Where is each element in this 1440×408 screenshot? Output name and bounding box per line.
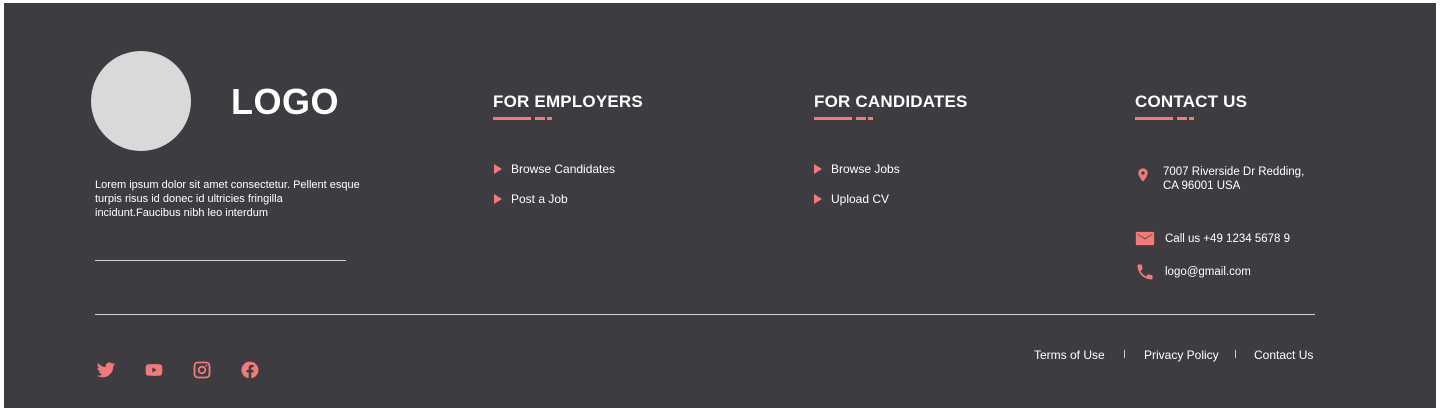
site-footer: LOGO Lorem ipsum dolor sit amet consecte… (4, 3, 1436, 408)
location-pin-icon (1138, 168, 1148, 182)
contact-email[interactable]: logo@gmail.com (1135, 262, 1251, 282)
link-upload-cv[interactable]: Upload CV (814, 192, 889, 206)
link-browse-jobs[interactable]: Browse Jobs (814, 162, 900, 176)
description-divider (95, 260, 346, 261)
logo-placeholder-circle (91, 51, 191, 151)
link-label: Browse Candidates (511, 162, 616, 176)
triangle-right-icon (494, 164, 502, 174)
twitter-icon[interactable] (95, 360, 117, 385)
address-line-1: 7007 Riverside Dr Redding, (1163, 166, 1305, 178)
link-label: Browse Jobs (831, 162, 900, 176)
social-links (95, 360, 287, 385)
contact-link[interactable]: Contact Us (1254, 348, 1313, 362)
address-line-2: CA 96001 USA (1163, 180, 1241, 192)
phone-text: Call us +49 1234 5678 9 (1165, 232, 1291, 245)
contact-address: 7007 Riverside Dr Redding, CA 96001 USA (1135, 165, 1304, 193)
candidates-heading: FOR CANDIDATES (814, 92, 968, 111)
legal-separator (1235, 350, 1236, 358)
legal-separator (1124, 350, 1125, 358)
brand-description: Lorem ipsum dolor sit amet consectetur. … (95, 179, 360, 219)
triangle-right-icon (814, 164, 822, 174)
link-label: Upload CV (831, 192, 890, 206)
employers-heading: FOR EMPLOYERS (493, 92, 643, 111)
mail-icon (1135, 231, 1155, 246)
facebook-icon[interactable] (239, 360, 261, 385)
link-label: Post a Job (511, 192, 568, 206)
logo-text: LOGO (231, 81, 339, 122)
instagram-icon[interactable] (191, 360, 213, 385)
triangle-right-icon (494, 194, 502, 204)
contact-heading: CONTACT US (1135, 92, 1248, 111)
contact-phone[interactable]: Call us +49 1234 5678 9 (1135, 230, 1290, 247)
privacy-link[interactable]: Privacy Policy (1144, 348, 1219, 362)
link-browse-candidates[interactable]: Browse Candidates (494, 162, 615, 176)
youtube-icon[interactable] (143, 360, 165, 385)
terms-link[interactable]: Terms of Use (1034, 348, 1105, 362)
email-text: logo@gmail.com (1165, 266, 1251, 278)
phone-icon (1137, 264, 1153, 280)
footer-divider (95, 314, 1315, 315)
triangle-right-icon (814, 194, 822, 204)
link-post-a-job[interactable]: Post a Job (494, 192, 568, 206)
